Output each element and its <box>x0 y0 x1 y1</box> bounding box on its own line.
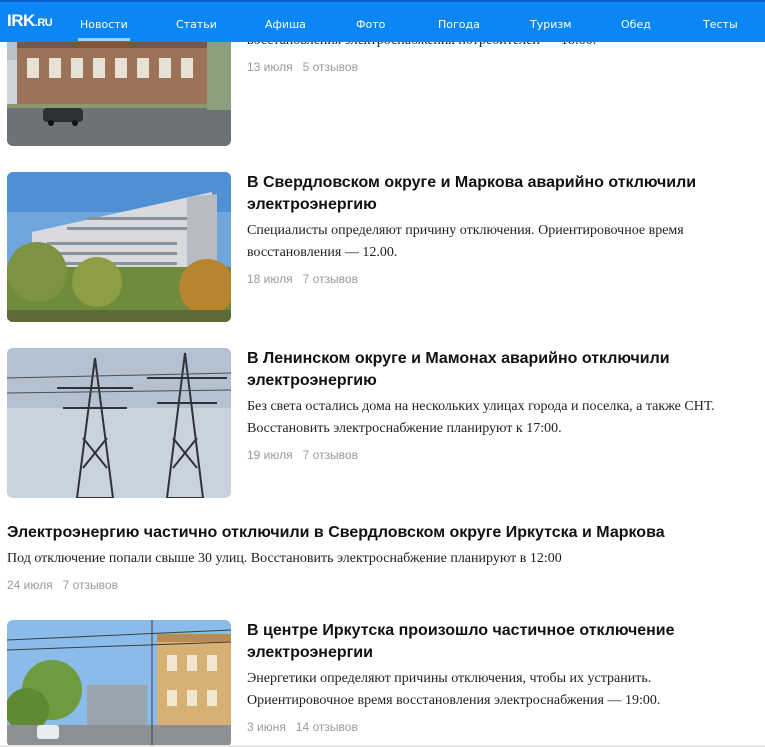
article-title[interactable]: В Ленинском округе и Мамонах аварийно от… <box>247 348 717 392</box>
article-meta: 19 июля 7 отзывов <box>247 448 717 462</box>
comments-link[interactable]: 7 отзывов <box>303 272 358 286</box>
article-thumbnail[interactable] <box>7 620 231 747</box>
nav-item-articles[interactable]: Статьи <box>176 18 217 31</box>
nav-item-weather[interactable]: Погода <box>438 18 480 31</box>
article-summary: Специалисты определяют причину отключени… <box>247 223 684 260</box>
article-card: В Ленинском округе и Мамонах аварийно от… <box>7 348 747 498</box>
article-title[interactable]: В центре Иркутска произошло частичное от… <box>247 620 717 664</box>
comments-link[interactable]: 14 отзывов <box>296 720 358 734</box>
article-title[interactable]: Электроэнергию частично отключили в Свер… <box>7 522 747 544</box>
comments-link[interactable]: 7 отзывов <box>303 448 358 462</box>
article-thumbnail[interactable] <box>7 172 231 322</box>
article-card: В центре Иркутска произошло частичное от… <box>7 620 747 747</box>
article-meta: 24 июля 7 отзывов <box>7 578 747 592</box>
news-feed: Специалисты ведут ремонтные работы. Орие… <box>0 0 765 747</box>
article-date: 18 июля <box>247 272 293 286</box>
article-card: Электроэнергию частично отключили в Свер… <box>7 522 747 594</box>
article-summary: Под отключение попали свыше 30 улиц. Вос… <box>7 551 562 566</box>
article-date: 3 июня <box>247 720 286 734</box>
comments-link[interactable]: 5 отзывов <box>303 60 358 74</box>
article-title[interactable]: В Свердловском округе и Маркова аварийно… <box>247 172 717 216</box>
nav-item-tourism[interactable]: Туризм <box>530 18 572 31</box>
nav-item-photo[interactable]: Фото <box>356 18 385 31</box>
comments-link[interactable]: 7 отзывов <box>63 578 118 592</box>
article-summary: Без света остались дома на нескольких ул… <box>247 399 715 436</box>
article-date: 19 июля <box>247 448 293 462</box>
nav-item-news[interactable]: Новости <box>78 18 130 41</box>
article-meta: 3 июня 14 отзывов <box>247 720 717 734</box>
article-date: 24 июля <box>7 578 53 592</box>
top-navigation-bar: IRK.RU Новости Статьи Афиша Фото Погода … <box>0 0 765 42</box>
article-summary: Энергетики определяют причины отключения… <box>247 671 661 708</box>
article-card: В Свердловском округе и Маркова аварийно… <box>7 172 747 322</box>
nav-item-afisha[interactable]: Афиша <box>265 18 306 31</box>
site-logo[interactable]: IRK.RU <box>7 11 53 31</box>
article-date: 13 июля <box>247 60 293 74</box>
article-meta: 18 июля 7 отзывов <box>247 272 717 286</box>
nav-item-tests[interactable]: Тесты <box>703 18 738 31</box>
logo-text: IRK <box>7 11 35 30</box>
article-thumbnail[interactable] <box>7 348 231 498</box>
article-meta: 13 июля 5 отзывов <box>247 60 717 74</box>
logo-suffix: .RU <box>34 17 53 29</box>
nav-item-lunch[interactable]: Обед <box>621 18 651 31</box>
